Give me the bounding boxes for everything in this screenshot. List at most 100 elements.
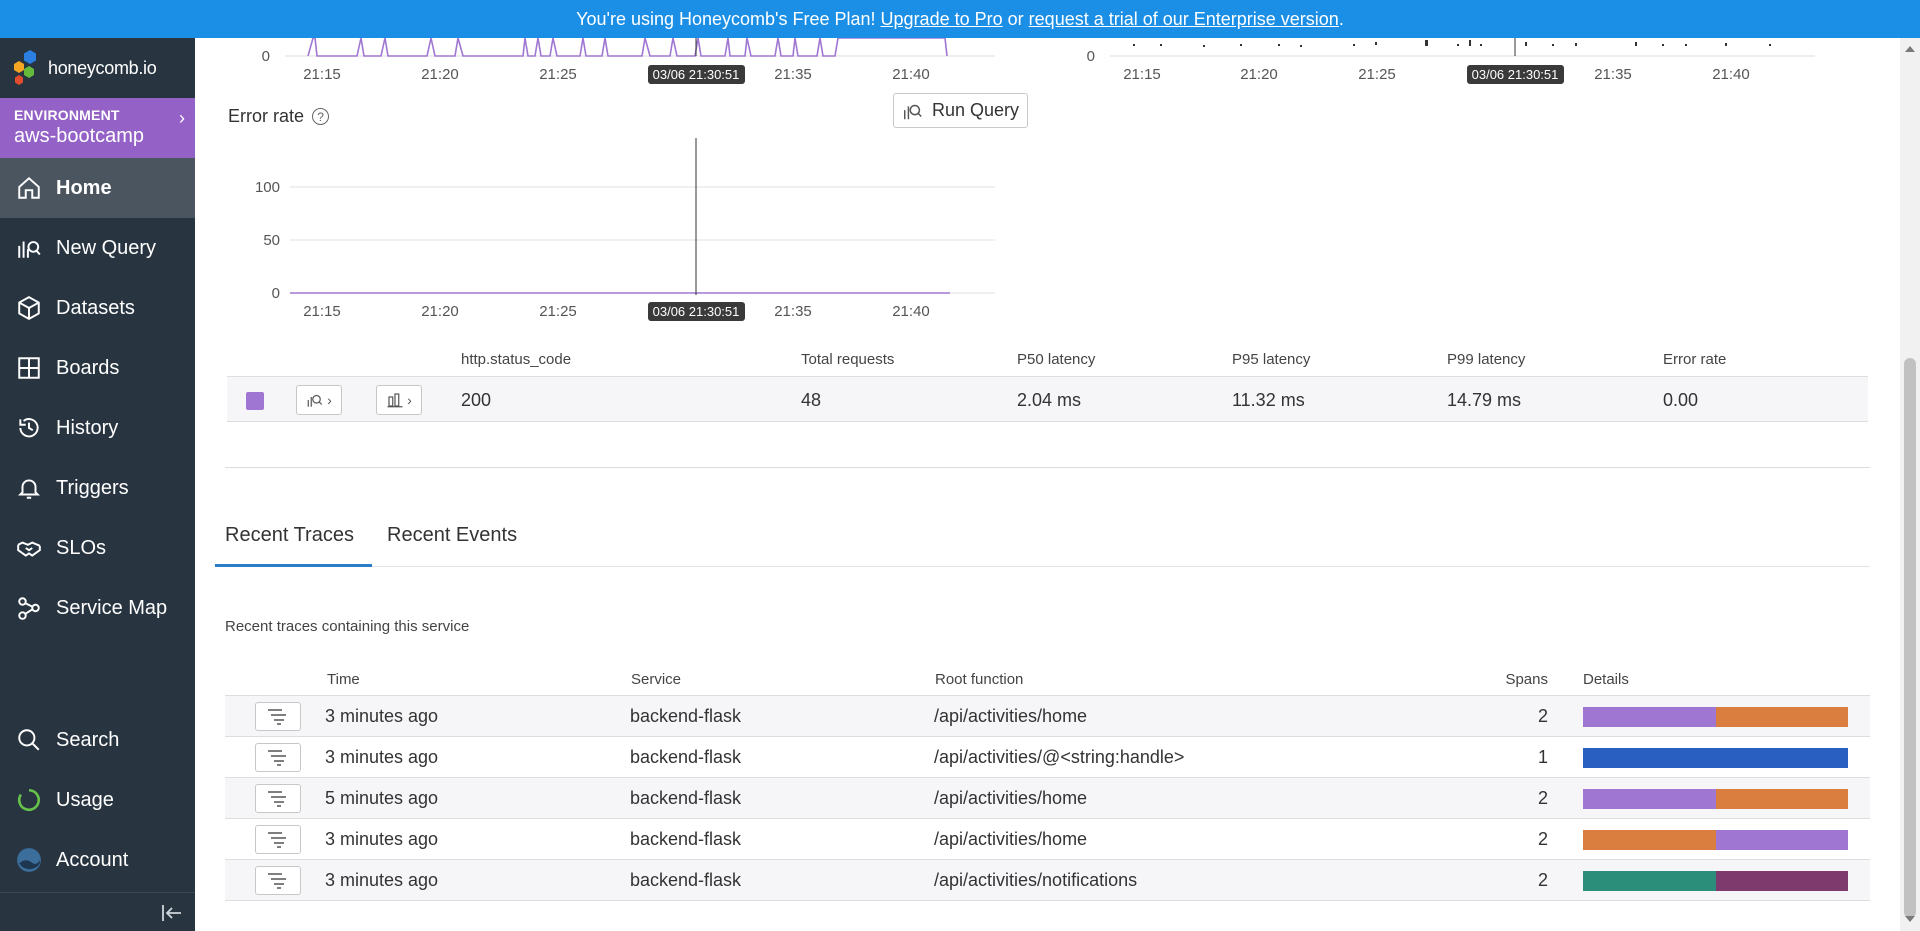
query-group-button[interactable]: ›: [296, 385, 342, 415]
scatter-chart: 0 21:15 21:20 21:25 21:35 21:40 03/06 21…: [1087, 30, 1815, 84]
col-p50[interactable]: P50 latency: [1017, 351, 1095, 368]
tab-recent-events[interactable]: Recent Events: [387, 524, 517, 547]
honeycomb-logo[interactable]: honeycomb.io: [10, 48, 157, 88]
honeycomb-logo-icon: [10, 48, 44, 88]
nav-new-query-label: New Query: [56, 236, 157, 259]
col-spans[interactable]: Spans: [1501, 671, 1548, 688]
traces-description: Recent traces containing this service: [225, 618, 470, 635]
run-query-button[interactable]: Run Query: [893, 93, 1028, 128]
environment-switcher[interactable]: ENVIRONMENT aws-bootcamp ›: [0, 98, 195, 158]
table-row[interactable]: 3 minutes ago backend-flask/api/activitie…: [225, 737, 1870, 778]
nav-slos-label: SLOs: [56, 536, 107, 559]
col-total-requests[interactable]: Total requests: [801, 351, 894, 368]
col-time[interactable]: Time: [327, 671, 360, 688]
handshake-icon: [17, 541, 41, 557]
table-row[interactable]: 3 minutes ago backend-flask/api/activitie…: [225, 819, 1870, 860]
nav-boards[interactable]: Boards: [0, 338, 195, 398]
tabs: Recent Traces Recent Events: [215, 510, 1870, 567]
col-root-function[interactable]: Root function: [935, 671, 1023, 688]
upgrade-link[interactable]: Upgrade to Pro: [881, 9, 1003, 30]
trace-spans: 2: [1537, 829, 1548, 849]
x-tick-label: 21:25: [539, 303, 577, 320]
nav-datasets[interactable]: Datasets: [0, 278, 195, 338]
trace-details-bar[interactable]: [1583, 830, 1848, 850]
open-trace-button[interactable]: [255, 743, 301, 772]
table-row[interactable]: 3 minutes ago backend-flask/api/activitie…: [225, 860, 1870, 901]
nav-service-map[interactable]: Service Map: [0, 578, 195, 638]
trace-time: 5 minutes ago: [325, 788, 439, 808]
y-tick-label: 0: [272, 285, 280, 302]
x-tick-label: 21:40: [1712, 66, 1750, 83]
usage-icon: [17, 788, 41, 812]
trace-time: 3 minutes ago: [325, 829, 439, 849]
scrollbar[interactable]: [1900, 38, 1920, 931]
nav-search[interactable]: Search: [0, 710, 195, 770]
x-tick-label: 21:20: [421, 303, 459, 320]
scroll-down-arrow[interactable]: [1905, 916, 1915, 922]
service-map-icon: [18, 597, 40, 620]
table-row[interactable]: 5 minutes ago backend-flask/api/activitie…: [225, 778, 1870, 819]
nav-boards-label: Boards: [56, 356, 120, 379]
scrollbar-thumb[interactable]: [1904, 358, 1916, 918]
nav-history[interactable]: History: [0, 398, 195, 458]
nav-account[interactable]: Account: [0, 830, 195, 890]
p50-value: 2.04 ms: [1017, 390, 1082, 410]
tab-recent-traces[interactable]: Recent Traces: [225, 524, 354, 547]
open-trace-button[interactable]: [255, 866, 301, 895]
p95-value: 11.32 ms: [1232, 390, 1305, 410]
run-query-label: Run Query: [931, 100, 1020, 120]
scroll-up-arrow[interactable]: [1905, 46, 1915, 52]
bar-chart-icon: [387, 393, 403, 408]
span-segment: [1583, 789, 1716, 809]
summary-row: › › 200 48 2.04 ms 11.32 ms 14.79 ms 0.0…: [227, 376, 1868, 422]
new-query-icon: [18, 241, 41, 258]
trace-root-function: /api/activities/home: [934, 706, 1088, 726]
x-tick-label: 21:40: [892, 66, 930, 83]
trace-waterfall-icon: [268, 790, 286, 807]
col-service[interactable]: Service: [631, 671, 681, 688]
col-error-rate[interactable]: Error rate: [1663, 351, 1726, 368]
nav-home[interactable]: Home: [0, 158, 195, 218]
trace-waterfall-icon: [268, 708, 286, 725]
query-icon: [307, 394, 323, 407]
col-status-code[interactable]: http.status_code: [461, 351, 571, 368]
nav-triggers[interactable]: Triggers: [0, 458, 195, 518]
datasets-icon: [18, 296, 40, 320]
open-trace-button[interactable]: [255, 784, 301, 813]
error-rate-label: Error rate: [228, 106, 305, 126]
table-row[interactable]: 3 minutes ago backend-flask/api/activitie…: [225, 696, 1870, 737]
open-trace-button[interactable]: [255, 702, 301, 731]
bell-icon: [17, 479, 41, 499]
nav-slos[interactable]: SLOs: [0, 518, 195, 578]
x-tick-label: 21:25: [1358, 66, 1396, 83]
help-icon[interactable]: ?: [312, 108, 330, 125]
nav-usage[interactable]: Usage: [0, 770, 195, 830]
collapse-icon: [162, 905, 181, 921]
series-color-swatch[interactable]: [246, 392, 264, 410]
environment-label: ENVIRONMENT: [14, 107, 120, 123]
trace-details-bar[interactable]: [1583, 789, 1848, 809]
free-plan-banner: You're using Honeycomb's Free Plan! Upgr…: [0, 0, 1920, 38]
main-content: 0 21:15 21:20 21:25 21:35 21:40 03/06 21…: [195, 0, 1900, 931]
nav-new-query[interactable]: New Query: [0, 218, 195, 278]
history-icon: [19, 418, 39, 438]
cursor-time-label: 03/06 21:30:51: [653, 67, 740, 82]
trace-root-function: /api/activities/notifications: [934, 870, 1138, 890]
col-p95[interactable]: P95 latency: [1232, 351, 1310, 368]
trace-details-bar[interactable]: [1583, 748, 1848, 768]
y-tick-label: 100: [255, 179, 280, 196]
error-rate-chart: 100 50 0 21:15 21:20 21:25 21:35 21:40 03/…: [255, 138, 995, 321]
trace-service: backend-flask: [630, 788, 742, 808]
scatter-points: [1133, 40, 1771, 47]
col-p99[interactable]: P99 latency: [1447, 351, 1525, 368]
trace-details-bar[interactable]: [1583, 871, 1848, 891]
trace-spans: 2: [1537, 788, 1548, 808]
trace-details-bar[interactable]: [1583, 707, 1848, 727]
col-details[interactable]: Details: [1583, 671, 1629, 688]
trial-link[interactable]: request a trial of our Enterprise versio…: [1029, 9, 1339, 30]
boards-icon: [18, 357, 40, 379]
active-tab-indicator: [215, 564, 372, 567]
open-trace-button[interactable]: [255, 825, 301, 854]
board-group-button[interactable]: ›: [376, 385, 422, 415]
collapse-sidebar-button[interactable]: [0, 892, 195, 931]
